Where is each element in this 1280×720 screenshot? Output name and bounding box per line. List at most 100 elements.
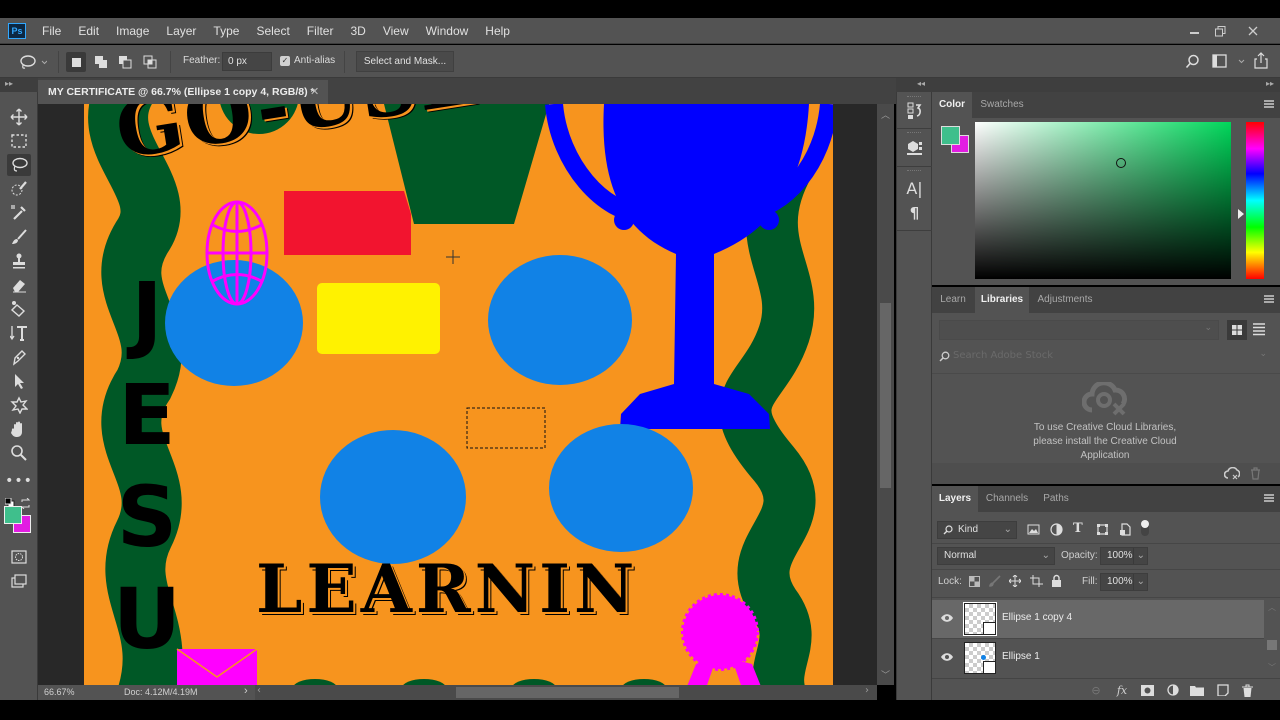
- panel-menu-icon[interactable]: [1264, 295, 1274, 303]
- menu-help[interactable]: Help: [485, 24, 510, 38]
- layer-filter-kind-dropdown[interactable]: Kind ⌄: [937, 521, 1017, 539]
- foreground-color-swatch[interactable]: [4, 506, 22, 524]
- paragraph-panel-button[interactable]: ¶: [897, 202, 932, 224]
- anti-alias-checkbox[interactable]: ✓: [280, 56, 290, 66]
- filter-toggle[interactable]: [1141, 520, 1149, 536]
- new-group-icon[interactable]: [1190, 683, 1204, 697]
- 3d-panel-button[interactable]: [897, 136, 932, 160]
- tab-paths[interactable]: Paths: [1036, 486, 1076, 512]
- filter-smart-object-button[interactable]: [1119, 523, 1132, 536]
- adjustment-layer-icon[interactable]: [1166, 683, 1180, 697]
- status-menu-arrow-icon[interactable]: ›: [244, 685, 248, 697]
- document-canvas[interactable]: GO-USE TECH J E S U LEARNIN: [84, 104, 833, 685]
- filter-shape-button[interactable]: [1096, 523, 1109, 536]
- panel-menu-icon[interactable]: [1264, 494, 1274, 502]
- tool-custom-shape[interactable]: [7, 394, 31, 416]
- filter-pixel-button[interactable]: [1027, 523, 1040, 536]
- cloud-sync-icon[interactable]: [1224, 467, 1240, 480]
- lock-position-button[interactable]: [1008, 574, 1022, 590]
- hue-slider[interactable]: [1246, 122, 1264, 279]
- toolbar-collapse-bar[interactable]: ▸▸: [0, 78, 38, 92]
- tool-eyedropper[interactable]: [7, 202, 31, 224]
- add-to-selection-button[interactable]: [91, 52, 111, 72]
- vertical-name-text[interactable]: J E S U: [112, 262, 182, 670]
- learnin-text[interactable]: LEARNIN: [256, 550, 638, 628]
- menu-select[interactable]: Select: [256, 24, 289, 38]
- blend-mode-dropdown[interactable]: Normal ⌄: [937, 547, 1055, 565]
- intersect-selection-button[interactable]: [140, 52, 160, 72]
- tool-clone-stamp[interactable]: [7, 250, 31, 272]
- quick-mask-button[interactable]: [7, 546, 31, 568]
- tool-paint-bucket[interactable]: [7, 298, 31, 320]
- color-panel-foreground-swatch[interactable]: [941, 126, 960, 145]
- lock-transparent-button[interactable]: [969, 576, 980, 587]
- tool-more[interactable]: •••: [5, 470, 32, 492]
- layer-row[interactable]: Ellipse 1 copy 4: [932, 600, 1264, 638]
- color-picker-ring[interactable]: [1116, 158, 1126, 168]
- restore-button[interactable]: [1207, 18, 1233, 44]
- tool-pen[interactable]: [7, 346, 31, 368]
- delete-layer-icon[interactable]: [1240, 683, 1254, 697]
- tool-rectangular-marquee[interactable]: [7, 130, 31, 152]
- tab-libraries[interactable]: Libraries: [975, 287, 1029, 313]
- filter-adjustment-button[interactable]: [1050, 523, 1063, 536]
- tab-swatches[interactable]: Swatches: [973, 92, 1031, 118]
- menu-filter[interactable]: Filter: [307, 24, 334, 38]
- grid-view-button[interactable]: [1227, 320, 1247, 340]
- screen-mode-button[interactable]: [7, 570, 31, 592]
- close-window-button[interactable]: [1240, 18, 1266, 44]
- menu-edit[interactable]: Edit: [78, 24, 99, 38]
- visibility-eye-icon[interactable]: [940, 613, 954, 623]
- close-document-button[interactable]: ✕: [310, 80, 319, 104]
- tool-quick-selection[interactable]: [7, 178, 31, 200]
- right-dock-collapse-bar[interactable]: ▸▸: [932, 78, 1280, 92]
- tool-lasso[interactable]: [7, 154, 31, 176]
- tool-move[interactable]: [7, 106, 31, 128]
- zoom-level[interactable]: 66.67%: [44, 687, 75, 697]
- tab-learn[interactable]: Learn: [932, 287, 974, 313]
- fx-icon[interactable]: fx: [1115, 683, 1129, 697]
- fill-input[interactable]: 100% ⌄: [1100, 573, 1148, 591]
- tab-color[interactable]: Color: [932, 92, 972, 118]
- layer-name[interactable]: Ellipse 1 copy 4: [1002, 612, 1072, 623]
- horizontal-scroll-thumb[interactable]: [456, 687, 679, 698]
- trash-icon[interactable]: [1250, 467, 1261, 480]
- tab-channels[interactable]: Channels: [979, 486, 1035, 512]
- visibility-eye-icon[interactable]: [940, 652, 954, 662]
- menu-window[interactable]: Window: [426, 24, 469, 38]
- adobe-stock-search[interactable]: Search Adobe Stock ⌄: [939, 348, 1271, 366]
- library-dropdown[interactable]: ⌄: [939, 320, 1219, 340]
- list-view-button[interactable]: [1252, 322, 1268, 338]
- search-button[interactable]: [1185, 54, 1200, 72]
- tool-path-selection[interactable]: [7, 370, 31, 392]
- tool-hand[interactable]: [7, 418, 31, 440]
- tab-layers[interactable]: Layers: [932, 486, 978, 512]
- lock-pixels-button[interactable]: [989, 575, 1001, 590]
- filter-type-button[interactable]: T: [1073, 521, 1083, 536]
- tool-preset-picker[interactable]: [19, 54, 48, 73]
- tab-adjustments[interactable]: Adjustments: [1030, 287, 1100, 313]
- menu-file[interactable]: File: [42, 24, 61, 38]
- layer-name[interactable]: Ellipse 1: [1002, 651, 1040, 662]
- layers-scrollbar[interactable]: ︿ ﹀: [1264, 600, 1280, 678]
- mid-panel-collapse-bar[interactable]: ◂◂: [896, 78, 932, 92]
- tool-type[interactable]: [7, 322, 31, 344]
- add-mask-icon[interactable]: [1140, 683, 1154, 697]
- share-button[interactable]: [1254, 52, 1268, 72]
- menu-layer[interactable]: Layer: [166, 24, 196, 38]
- document-tab[interactable]: MY CERTIFICATE @ 66.7% (Ellipse 1 copy 4…: [38, 80, 328, 104]
- minimize-button[interactable]: [1181, 18, 1207, 44]
- menu-type[interactable]: Type: [213, 24, 239, 38]
- panel-menu-icon[interactable]: [1264, 100, 1274, 108]
- layer-row[interactable]: Ellipse 1: [932, 639, 1264, 677]
- menu-view[interactable]: View: [383, 24, 409, 38]
- tool-eraser[interactable]: [7, 274, 31, 296]
- select-and-mask-button[interactable]: Select and Mask...: [356, 51, 454, 72]
- new-selection-button[interactable]: [66, 52, 86, 72]
- tool-zoom[interactable]: [7, 442, 31, 464]
- feather-input[interactable]: 0 px: [222, 52, 272, 71]
- link-layers-icon[interactable]: ⊖: [1089, 683, 1103, 697]
- new-layer-icon[interactable]: [1216, 683, 1230, 697]
- lock-artboard-button[interactable]: [1030, 575, 1043, 590]
- workspace-switcher[interactable]: [1212, 54, 1246, 72]
